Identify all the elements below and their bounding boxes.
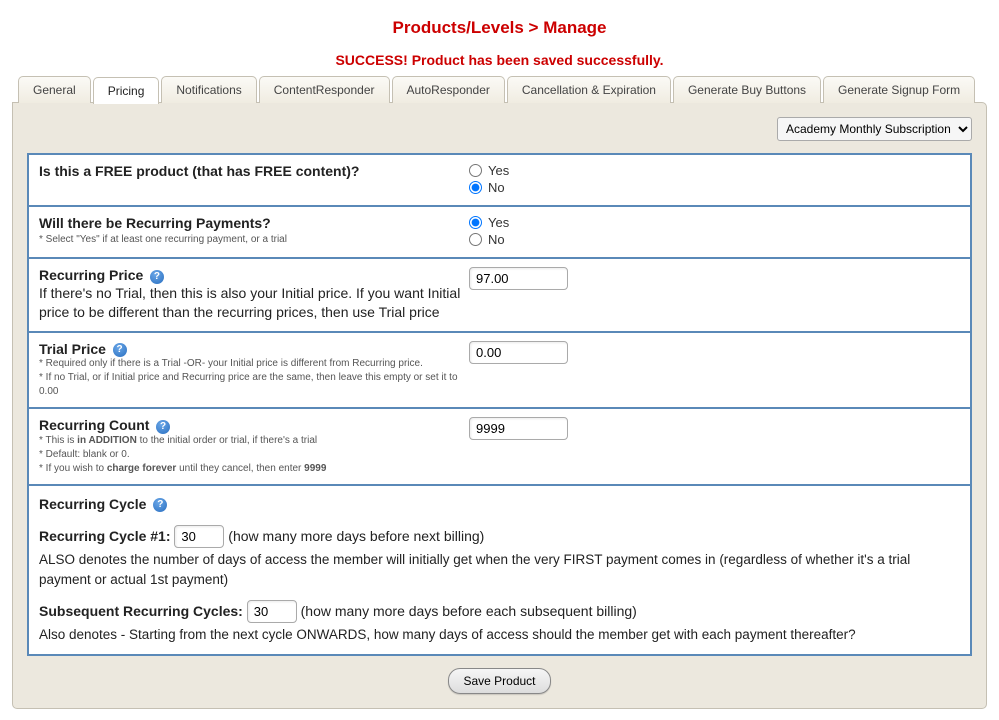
help-icon[interactable]: ?: [156, 420, 170, 434]
save-product-button[interactable]: Save Product: [448, 668, 550, 694]
free-product-label: Is this a FREE product (that has FREE co…: [39, 163, 469, 179]
recurring-count-hint3: * If you wish to charge forever until th…: [39, 462, 469, 476]
free-yes-label: Yes: [488, 163, 509, 178]
recurring-count-label: Recurring Count: [39, 417, 149, 433]
tab-bar: General Pricing Notifications ContentRes…: [18, 76, 987, 103]
recurring-no-label: No: [488, 232, 505, 247]
trial-price-hint2: * If no Trial, or if Initial price and R…: [39, 371, 469, 399]
recurring-count-hint2: * Default: blank or 0.: [39, 448, 469, 462]
product-dropdown[interactable]: Academy Monthly Subscription: [777, 117, 972, 141]
recurring-price-input[interactable]: [469, 267, 568, 290]
trial-price-hint1: * Required only if there is a Trial -OR-…: [39, 357, 469, 371]
cycle1-hint: (how many more days before next billing): [228, 528, 484, 544]
tab-signupform[interactable]: Generate Signup Form: [823, 76, 975, 103]
recurring-q-hint: * Select "Yes" if at least one recurring…: [39, 233, 469, 247]
free-yes-radio[interactable]: [469, 164, 482, 177]
help-icon[interactable]: ?: [113, 343, 127, 357]
pricing-panel: Academy Monthly Subscription Is this a F…: [12, 102, 987, 709]
settings-table: Is this a FREE product (that has FREE co…: [27, 153, 972, 656]
tab-notifications[interactable]: Notifications: [161, 76, 256, 103]
tab-general[interactable]: General: [18, 76, 91, 103]
trial-price-input[interactable]: [469, 341, 568, 364]
recurring-cycle-header: Recurring Cycle: [39, 496, 146, 512]
recurring-price-label: Recurring Price: [39, 267, 143, 283]
recurring-yes-radio[interactable]: [469, 216, 482, 229]
subs-cycle-hint: (how many more days before each subseque…: [301, 603, 637, 619]
subs-cycle-label: Subsequent Recurring Cycles: [39, 603, 238, 619]
cycle1-input[interactable]: [174, 525, 224, 548]
cycle1-label: Recurring Cycle #1: [39, 528, 166, 544]
recurring-price-desc: If there's no Trial, then this is also y…: [39, 284, 469, 323]
breadcrumb: Products/Levels > Manage: [12, 18, 987, 38]
subs-cycle-input[interactable]: [247, 600, 297, 623]
tab-autoresponder[interactable]: AutoResponder: [392, 76, 505, 103]
free-no-radio[interactable]: [469, 181, 482, 194]
success-message: SUCCESS! Product has been saved successf…: [12, 52, 987, 68]
help-icon[interactable]: ?: [153, 498, 167, 512]
recurring-count-input[interactable]: [469, 417, 568, 440]
trial-price-label: Trial Price: [39, 341, 106, 357]
tab-buybuttons[interactable]: Generate Buy Buttons: [673, 76, 821, 103]
subs-cycle-desc: Also denotes - Starting from the next cy…: [39, 625, 960, 645]
cycle1-desc: ALSO denotes the number of days of acces…: [39, 550, 960, 591]
recurring-q-label: Will there be Recurring Payments?: [39, 215, 469, 231]
tab-contentresponder[interactable]: ContentResponder: [259, 76, 390, 103]
recurring-yes-label: Yes: [488, 215, 509, 230]
recurring-count-hint1: * This is in ADDITION to the initial ord…: [39, 434, 469, 448]
help-icon[interactable]: ?: [150, 270, 164, 284]
free-no-label: No: [488, 180, 505, 195]
recurring-no-radio[interactable]: [469, 233, 482, 246]
tab-pricing[interactable]: Pricing: [93, 77, 160, 104]
tab-cancellation[interactable]: Cancellation & Expiration: [507, 76, 671, 103]
